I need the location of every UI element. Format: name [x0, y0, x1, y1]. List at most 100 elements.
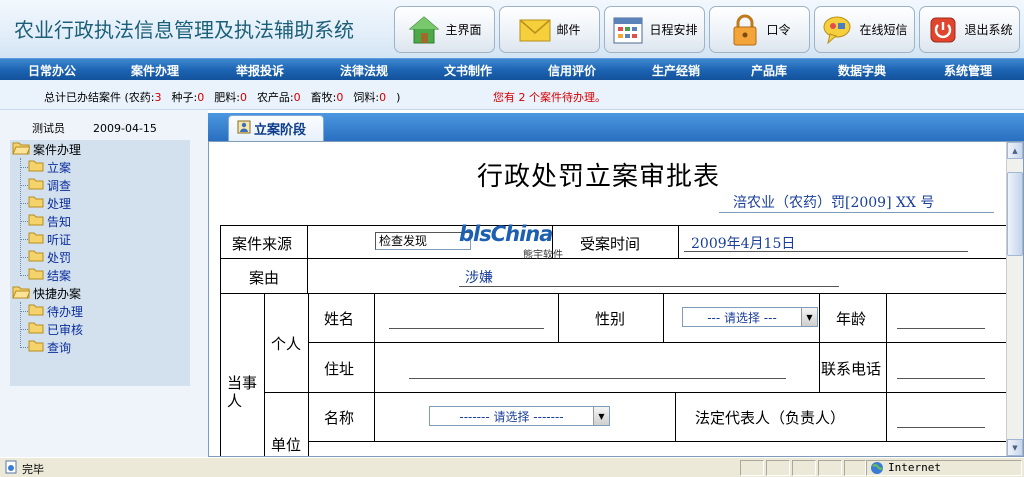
folder-icon: [28, 159, 44, 175]
livestock-label: 畜牧:: [310, 91, 337, 104]
address-input[interactable]: [409, 378, 786, 379]
folder-icon: [28, 267, 44, 283]
tree-group-label: 案件办理: [33, 142, 82, 157]
tab-strip: 立案阶段: [208, 113, 1024, 141]
home-icon: [407, 13, 441, 47]
cause-label: 案由: [249, 269, 280, 287]
cell-age-value: [886, 293, 1009, 343]
pesticide-count: 3: [154, 91, 162, 104]
source-field[interactable]: 检查发现: [375, 232, 471, 250]
tree-item-label: 处理: [47, 196, 72, 211]
menu-item-laws[interactable]: 法律法规: [340, 62, 388, 79]
mail-button[interactable]: 邮件: [499, 6, 600, 53]
age-input[interactable]: [897, 328, 985, 329]
tree-item-label: 待办理: [47, 304, 84, 319]
schedule-button[interactable]: 日程安排: [604, 6, 705, 53]
vertical-scrollbar[interactable]: ▲ ▼: [1006, 142, 1023, 456]
password-button[interactable]: 口令: [709, 6, 810, 53]
scroll-down-icon[interactable]: ▼: [1007, 439, 1023, 456]
seed-label: 种子:: [171, 91, 198, 104]
tab-case-registration[interactable]: 立案阶段: [228, 115, 324, 141]
menu-item-products[interactable]: 产品库: [751, 62, 787, 79]
folder-open-icon: [12, 141, 31, 158]
home-label: 主界面: [445, 23, 482, 37]
phone-input[interactable]: [897, 378, 985, 379]
folder-open-icon: [12, 285, 31, 302]
seed-count: 0: [197, 91, 205, 104]
menu-item-system[interactable]: 系统管理: [944, 62, 992, 79]
menu-item-production[interactable]: 生产经销: [652, 62, 700, 79]
tree-group-label: 快捷办案: [33, 286, 82, 301]
folder-icon: [28, 339, 44, 355]
feed-count: 0: [379, 91, 387, 104]
tree-item-close-case[interactable]: 结案: [28, 266, 71, 284]
accept-time-underline[interactable]: [684, 251, 968, 252]
password-label: 口令: [766, 23, 791, 37]
scroll-up-icon[interactable]: ▲: [1007, 142, 1023, 159]
menu-item-daily[interactable]: 日常办公: [28, 62, 76, 79]
cell-legalrep-value: [886, 392, 1009, 442]
menu-item-complaints[interactable]: 举报投诉: [236, 62, 284, 79]
menu-item-documents[interactable]: 文书制作: [444, 62, 492, 79]
status-text: 完毕: [22, 463, 44, 476]
home-button[interactable]: 主界面: [394, 6, 495, 53]
tree-item-hearing[interactable]: 听证: [28, 230, 71, 248]
tree-item-penalty[interactable]: 处罚: [28, 248, 71, 266]
pending-cases-link[interactable]: 您有 2 个案件待办理。: [493, 89, 606, 105]
watermark-subtitle: 熊宇软件: [523, 250, 563, 261]
tree-item-investigate[interactable]: 调查: [28, 176, 71, 194]
tree-item-label: 查询: [47, 340, 72, 355]
tree-item-label: 结案: [47, 268, 72, 283]
party-label: 当事人: [227, 374, 258, 410]
fertilizer-count: 0: [239, 91, 247, 104]
unit-name-label: 名称: [324, 409, 355, 427]
tree-item-register[interactable]: 立案: [28, 158, 71, 176]
folder-icon: [28, 231, 44, 247]
scroll-thumb[interactable]: [1007, 172, 1023, 256]
feed-label: 饲料:: [353, 91, 380, 104]
unit-name-select[interactable]: ------- 请选择 ------- ▼: [429, 406, 610, 426]
livestock-count: 0: [336, 91, 344, 104]
page-icon: [4, 460, 18, 477]
tree-item-reviewed[interactable]: 已审核: [28, 320, 83, 338]
user-info: 测试员 2009-04-15: [32, 120, 157, 136]
name-input[interactable]: [389, 328, 544, 329]
cell-name-value: [374, 293, 559, 343]
tree-group-quick[interactable]: 快捷办案: [12, 284, 81, 302]
cell-phone-value: [886, 342, 1009, 393]
tree-item-label: 调查: [47, 178, 72, 193]
tree-item-process[interactable]: 处理: [28, 194, 71, 212]
menu-item-dictionary[interactable]: 数据字典: [838, 62, 886, 79]
gender-label: 性别: [595, 310, 626, 328]
cell-next-row: [308, 441, 1009, 456]
tree-item-todo[interactable]: 待办理: [28, 302, 83, 320]
menu-item-cases[interactable]: 案件办理: [131, 62, 179, 79]
tree-item-label: 告知: [47, 214, 72, 229]
tree-item-search[interactable]: 查询: [28, 338, 71, 356]
gender-select[interactable]: --- 请选择 --- ▼: [682, 307, 818, 327]
produce-label: 农产品:: [256, 91, 294, 104]
globe-icon: [870, 461, 884, 477]
gender-select-value: --- 请选择 ---: [707, 310, 777, 325]
tree-group-cases[interactable]: 案件办理: [12, 140, 81, 158]
unit-label: 单位: [271, 436, 302, 454]
cell-address-value: [374, 342, 820, 393]
cause-value: 涉嫌: [465, 270, 493, 286]
envelope-icon: [518, 13, 552, 47]
document-frame: 行政处罚立案审批表 涪农业（农药）罚[2009] XX 号 案件来源 受案时间 …: [208, 141, 1024, 457]
cause-input[interactable]: [459, 286, 839, 287]
chevron-down-icon: ▼: [801, 308, 817, 326]
power-icon: [926, 13, 960, 47]
logout-button[interactable]: 退出系统: [919, 6, 1020, 53]
browser-status-bar: 完毕 Internet: [0, 457, 1024, 477]
sms-button[interactable]: 在线短信: [814, 6, 915, 53]
current-date: 2009-04-15: [93, 122, 157, 135]
legal-rep-input[interactable]: [897, 427, 985, 428]
calendar-icon: [611, 13, 645, 47]
menu-item-credit[interactable]: 信用评价: [548, 62, 596, 79]
summary-bar: 总计已办结案件 (农药:3 种子:0 肥料:0 农产品:0 畜牧:0 饲料:0) 您有 2…: [0, 80, 1024, 110]
accept-time-value: 2009年4月15日: [691, 236, 796, 252]
mail-label: 邮件: [556, 23, 581, 37]
produce-count: 0: [293, 91, 301, 104]
tree-item-notify[interactable]: 告知: [28, 212, 71, 230]
